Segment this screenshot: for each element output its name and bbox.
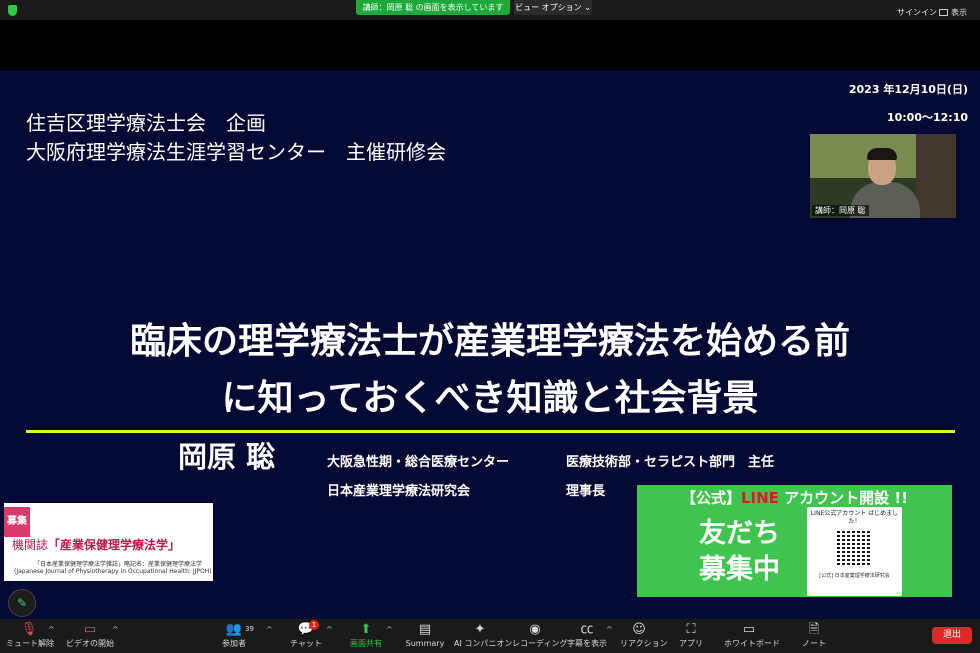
captions-label: 字幕を表示 — [567, 639, 607, 648]
display-icon — [939, 9, 948, 16]
display-button[interactable]: 表示 — [939, 7, 967, 18]
apps-button[interactable]: ⛶ アプリ — [676, 619, 706, 653]
captions-button[interactable]: ㏄字幕を表示 — [566, 619, 608, 653]
line-banner-big-1: 友だち — [699, 518, 780, 549]
whiteboard-label: ホワイトボード — [724, 639, 780, 648]
affiliation-2-org: 日本産業理学療法研究会 — [327, 484, 471, 499]
notes-button[interactable]: 🗎 ノート — [800, 619, 828, 653]
chevron-up-icon[interactable]: ^ — [606, 625, 613, 634]
top-bar: 講師：岡原 聡 の画面を表示しています ビュー オプション ⌄ サインイン 表示 — [0, 0, 980, 20]
video-off-icon: ▭ — [83, 622, 97, 637]
sparkle-icon: ✦ — [474, 622, 486, 637]
notes-icon: 🗎 — [808, 622, 820, 637]
journal-name: 「産業保健理学療法学」 — [48, 538, 181, 552]
speaker-name-label: 講師：岡原 聡 — [812, 205, 869, 216]
chevron-up-icon[interactable]: ^ — [386, 625, 393, 634]
affiliation-1-org: 大阪急性期・総合医療センター — [327, 455, 510, 470]
event-date: 2023 年12月10日(日) — [848, 83, 968, 96]
reactions-button[interactable]: ☺ リアクション — [620, 619, 668, 653]
chat-unread-badge: 1 — [309, 620, 319, 630]
presenter-name: 岡原 聡 — [178, 440, 276, 474]
whiteboard-button[interactable]: ▭ ホワイトボード — [724, 619, 780, 653]
view-options-label: ビュー オプション — [515, 3, 582, 12]
mute-button[interactable]: 🎙 ミュート解除 — [6, 619, 54, 653]
participants-count: 39 — [245, 625, 254, 633]
organizer-line-1: 住吉区理学療法士会 企画 — [26, 111, 266, 135]
slide-title-line-2: に知っておくべき知識と社会背景 — [221, 378, 759, 419]
speaker-video-tile[interactable]: 講師：岡原 聡 — [810, 134, 956, 218]
start-video-button[interactable]: ▭ ビデオの開始 — [66, 619, 114, 653]
line-card-footer: [公式] 日本産業理学療法研究会 — [819, 573, 890, 579]
chevron-up-icon[interactable]: ^ — [266, 625, 273, 634]
record-label: レコーディング — [512, 639, 568, 648]
line-qr-card: LINE公式アカウント はじめました！ [公式] 日本産業理学療法研究会 — [807, 507, 902, 596]
line-account-banner: 【公式】LINE アカウント開設 !! 友だち 募集中 LINE公式アカウント … — [637, 485, 952, 597]
microphone-muted-icon: 🎙 — [20, 622, 38, 637]
chevron-up-icon[interactable]: ^ — [326, 625, 333, 634]
chevron-down-icon: ⌄ — [584, 3, 591, 12]
affiliation-1: 大阪急性期・総合医療センター 医療技術部・セラピスト部門 主任 — [327, 451, 774, 470]
ai-companion-button[interactable]: ✦ AI コンパニオン — [454, 619, 513, 653]
meeting-toolbar: 🎙 ミュート解除 ^ ▭ ビデオの開始 ^ 👥 参加者 39 ^ 💬 チャット 1 ^ … — [0, 619, 980, 653]
journal-banner: 募集 機関誌「産業保健理学療法学」 「日本産業保健理学療法学雑誌」略記名：産業保… — [4, 503, 213, 581]
chevron-up-icon[interactable]: ^ — [48, 625, 55, 634]
journal-subtitle-2: (Japanese Journal of Physiotherapy in Oc… — [14, 568, 212, 575]
leave-button[interactable]: 退出 — [932, 627, 972, 644]
reactions-label: リアクション — [620, 639, 668, 648]
title-divider — [26, 430, 955, 433]
chevron-up-icon[interactable]: ^ — [112, 625, 119, 634]
slide-title-line-1: 臨床の理学療法士が産業理学療法を始める前 — [129, 321, 850, 362]
display-label: 表示 — [951, 8, 967, 17]
summary-button[interactable]: ▤ Summary — [405, 619, 445, 653]
share-label: 画面共有 — [350, 639, 382, 648]
journal-prefix: 機関誌 — [12, 538, 49, 552]
emoji-icon: ☺ — [632, 622, 646, 637]
annotate-pen-icon[interactable]: ✎ — [8, 589, 36, 617]
recruit-badge: 募集 — [4, 507, 30, 537]
event-time: 10:00〜12:10 — [886, 111, 968, 124]
affiliation-1-role: 医療技術部・セラピスト部門 主任 — [566, 455, 775, 470]
line-banner-big-2: 募集中 — [699, 554, 780, 585]
record-button[interactable]: ◉ レコーディング — [512, 619, 568, 653]
video-label: ビデオの開始 — [66, 639, 114, 648]
presentation-slide: 住吉区理学療法士会 企画 大阪府理学療法生涯学習センター 主催研修会 2023 … — [0, 70, 980, 619]
summary-label: Summary — [405, 639, 445, 648]
mute-label: ミュート解除 — [6, 639, 54, 648]
share-screen-button[interactable]: ⬆ 画面共有 — [348, 619, 384, 653]
record-icon: ◉ — [529, 622, 541, 637]
apps-label: アプリ — [679, 639, 703, 648]
line-header-brand: LINE — [740, 489, 779, 507]
affiliation-2-role: 理事長 — [566, 484, 606, 499]
line-header-suffix: アカウント開設 !! — [778, 489, 909, 507]
line-header-prefix: 【公式】 — [680, 489, 741, 507]
line-banner-header: 【公式】LINE アカウント開設 !! — [637, 487, 952, 508]
ai-label: AI コンパニオン — [454, 639, 513, 648]
screen-share-banner[interactable]: 講師：岡原 聡 の画面を表示しています — [356, 0, 510, 15]
organizer-line-2: 大阪府理学療法生涯学習センター 主催研修会 — [26, 140, 446, 164]
chat-label: チャット — [290, 639, 322, 648]
apps-icon: ⛶ — [686, 622, 696, 637]
whiteboard-icon: ▭ — [742, 622, 756, 637]
shared-screen: 住吉区理学療法士会 企画 大阪府理学療法生涯学習センター 主催研修会 2023 … — [0, 20, 980, 619]
notes-label: ノート — [802, 639, 826, 648]
line-card-title: LINE公式アカウント はじめました！ — [810, 510, 899, 525]
affiliation-2: 日本産業理学療法研究会 理事長 — [327, 480, 605, 499]
journal-subtitle-1: 「日本産業保健理学療法学雑誌」略記名：産業保健理学療法学 — [34, 561, 203, 568]
video-window-frame — [916, 134, 956, 218]
summary-icon: ▤ — [418, 622, 432, 637]
journal-title: 機関誌「産業保健理学療法学」 — [12, 536, 180, 553]
share-screen-icon: ⬆ — [360, 622, 372, 637]
captions-icon: ㏄ — [580, 622, 594, 637]
view-options-button[interactable]: ビュー オプション ⌄ — [514, 0, 592, 15]
signin-button[interactable]: サインイン — [897, 7, 937, 18]
qr-code-overlay — [837, 531, 871, 565]
security-shield-icon[interactable] — [8, 5, 17, 16]
participants-label: 参加者 — [222, 639, 246, 648]
speaker-hair — [867, 148, 897, 160]
